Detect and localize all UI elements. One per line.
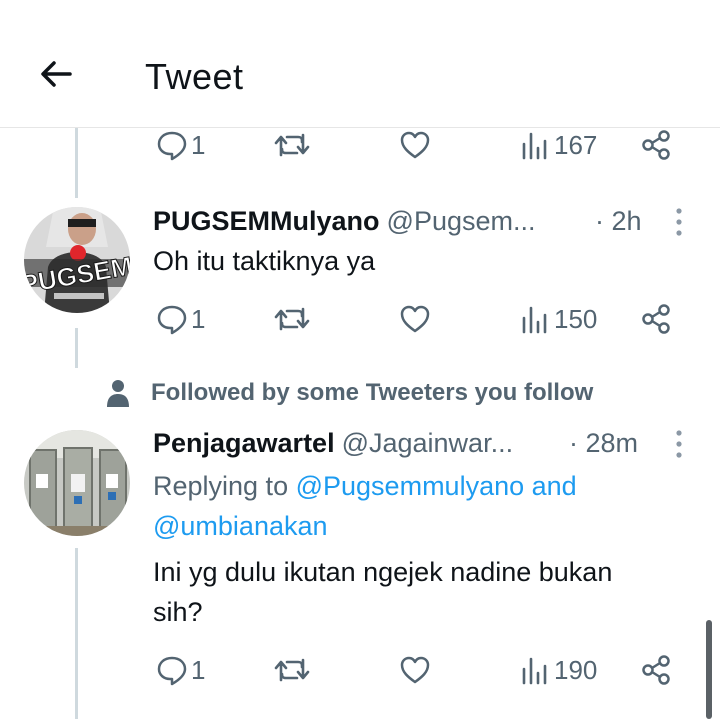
replying-to: Replying to @Pugsemmulyano and @umbianak… — [153, 466, 673, 546]
retweet-button[interactable] — [273, 650, 311, 690]
thread-line — [75, 548, 78, 719]
views-count: 167 — [554, 129, 598, 160]
tweet-actions: 1 167 — [155, 125, 675, 165]
retweet-icon — [274, 658, 310, 682]
views-count: 150 — [554, 303, 598, 334]
tweet-text-line: sih? — [153, 597, 203, 627]
user-handle[interactable]: @Jagainwar... — [342, 428, 514, 459]
retweet-icon — [274, 307, 310, 331]
retweet-button[interactable] — [273, 125, 311, 165]
replying-and[interactable]: and — [532, 471, 577, 501]
retweet-button[interactable] — [273, 299, 311, 339]
share-button[interactable] — [639, 650, 673, 690]
user-handle[interactable]: @Pugsem... — [387, 206, 536, 237]
avatar[interactable]: PUGSEM — [24, 207, 130, 313]
timestamp[interactable]: · 28m — [569, 428, 638, 459]
followed-text: Followed by some Tweeters you follow — [151, 379, 594, 406]
reply-button[interactable]: 1 — [155, 650, 205, 690]
reply-icon — [157, 656, 187, 686]
reply-button[interactable]: 1 — [155, 125, 205, 165]
reply-icon — [157, 131, 187, 161]
avatar[interactable] — [24, 430, 130, 536]
heart-icon — [400, 305, 430, 333]
views-button[interactable]: 150 — [518, 299, 597, 339]
retweet-icon — [274, 133, 310, 157]
reply-count: 1 — [191, 129, 206, 160]
heart-icon — [400, 656, 430, 684]
like-button[interactable] — [398, 125, 432, 165]
views-icon — [522, 306, 547, 334]
person-icon — [107, 380, 129, 407]
display-name[interactable]: PUGSEMMulyano — [153, 206, 380, 237]
timestamp[interactable]: · 2h — [595, 206, 642, 237]
views-button[interactable]: 167 — [518, 125, 597, 165]
scrollbar[interactable] — [706, 620, 712, 719]
page-title: Tweet — [145, 56, 244, 97]
tweet-text-line: Ini yg dulu ikutan ngejek nadine bukan — [153, 557, 613, 587]
tweet-actions: 1 150 — [155, 299, 675, 339]
views-button[interactable]: 190 — [518, 650, 597, 690]
top-app-bar: Tweet — [0, 0, 720, 128]
views-icon — [522, 657, 547, 685]
tweet-actions: 1 190 — [155, 650, 675, 690]
more-vertical-icon[interactable] — [668, 205, 690, 239]
reply-button[interactable]: 1 — [155, 299, 205, 339]
like-button[interactable] — [398, 650, 432, 690]
heart-icon — [400, 131, 430, 159]
tweet-text: Oh itu taktiknya ya — [153, 246, 376, 276]
share-button[interactable] — [639, 125, 673, 165]
thread-line — [75, 128, 78, 198]
share-icon — [642, 304, 670, 334]
share-button[interactable] — [639, 299, 673, 339]
author-line: PUGSEMMulyano @Pugsem... — [153, 203, 536, 239]
author-line: Penjagawartel @Jagainwar... — [153, 425, 513, 461]
social-context: Followed by some Tweeters you follow — [105, 376, 593, 410]
reply-count: 1 — [191, 654, 206, 685]
thread-line — [75, 328, 78, 368]
views-count: 190 — [554, 654, 598, 685]
mention-link[interactable]: @Pugsemmulyano — [296, 471, 525, 501]
more-vertical-icon[interactable] — [668, 427, 690, 461]
display-name[interactable]: Penjagawartel — [153, 428, 335, 459]
like-button[interactable] — [398, 299, 432, 339]
views-icon — [522, 132, 547, 160]
replying-prefix: Replying to — [153, 471, 289, 501]
reply-count: 1 — [191, 303, 206, 334]
mention-link[interactable]: @umbianakan — [153, 511, 328, 541]
share-icon — [642, 655, 670, 685]
back-arrow-icon[interactable] — [36, 54, 76, 94]
tweet-text: Ini yg dulu ikutan ngejek nadine bukan s… — [153, 552, 612, 632]
reply-icon — [157, 305, 187, 335]
share-icon — [642, 130, 670, 160]
